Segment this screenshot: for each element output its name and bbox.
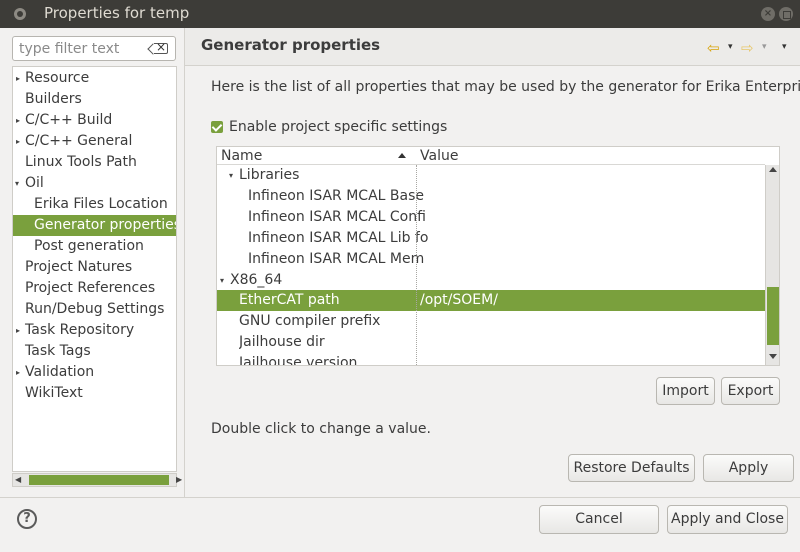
filter-field[interactable] [12, 36, 176, 61]
table-row[interactable]: ▾ X86_64 [217, 270, 765, 291]
tree-item-task-repository[interactable]: ▸ Task Repository [13, 320, 176, 341]
tree-item-label: Task Repository [25, 322, 135, 338]
tree-item-label: Linux Tools Path [25, 154, 137, 170]
tree-item-wikitext[interactable]: WikiText [13, 383, 176, 404]
property-value[interactable]: /opt/SOEM/ [420, 290, 498, 311]
property-name: X86_64 [230, 272, 283, 288]
close-icon[interactable]: × [761, 7, 775, 21]
property-name: EtherCAT path [239, 292, 340, 308]
property-name: Infineon ISAR MCAL Base [248, 188, 424, 204]
tree-item-run-debug-settings[interactable]: Run/Debug Settings [13, 299, 176, 320]
tree-item-label: C/C++ Build [25, 112, 113, 128]
tree-horizontal-scrollbar[interactable]: ◀ ▶ [12, 473, 182, 487]
scroll-up-icon[interactable] [769, 167, 777, 172]
property-name: Infineon ISAR MCAL Confi [248, 209, 426, 225]
tree-item-erika-files-location[interactable]: Erika Files Location [13, 194, 176, 215]
table-vertical-scrollbar[interactable] [765, 165, 779, 365]
collapse-icon[interactable]: ▾ [15, 173, 25, 194]
table-row[interactable]: Infineon ISAR MCAL Mem [217, 249, 765, 270]
column-header-value[interactable]: Value [420, 147, 458, 165]
preference-tree: ▸ Resource Builders ▸ C/C++ Build ▸ C/C+… [12, 66, 177, 472]
property-name: Jailhouse version [239, 355, 358, 366]
page-description: Here is the list of all properties that … [211, 79, 800, 95]
tree-item-label: Post generation [34, 238, 144, 254]
edit-hint: Double click to change a value. [211, 421, 431, 437]
property-name: Libraries [239, 167, 300, 183]
tree-item-label: Project Natures [25, 259, 133, 275]
collapse-icon[interactable]: ▾ [220, 270, 224, 291]
import-button[interactable]: Import [656, 377, 715, 405]
apply-and-close-button[interactable]: Apply and Close [667, 505, 788, 534]
restore-defaults-button[interactable]: Restore Defaults [568, 454, 695, 482]
property-name: Infineon ISAR MCAL Mem [248, 251, 425, 267]
scrollbar-thumb[interactable] [29, 475, 169, 485]
sort-ascending-icon [398, 153, 406, 158]
tree-item-label: Erika Files Location [34, 196, 168, 212]
apply-button[interactable]: Apply [703, 454, 794, 482]
column-header-name[interactable]: Name [221, 147, 262, 165]
tree-item-oil[interactable]: ▾ Oil [13, 173, 176, 194]
tree-item-label: C/C++ General [25, 133, 133, 149]
forward-dropdown-icon[interactable]: ▾ [762, 42, 767, 52]
app-icon [14, 8, 26, 20]
table-row[interactable]: Infineon ISAR MCAL Lib fo [217, 228, 765, 249]
window-title: Properties for temp [44, 4, 190, 22]
panel-divider[interactable] [184, 28, 185, 498]
tree-item-label: Run/Debug Settings [25, 301, 165, 317]
export-button[interactable]: Export [721, 377, 780, 405]
tree-item-label: WikiText [25, 385, 83, 401]
table-row[interactable]: Jailhouse dir [217, 332, 765, 353]
forward-arrow-icon[interactable]: ⇨ [741, 39, 754, 57]
tree-item-label: Builders [25, 91, 82, 107]
tree-item-label: Validation [25, 364, 95, 380]
footer-divider [0, 497, 800, 498]
properties-table: Name Value ▾ Libraries Infineon ISAR MCA… [216, 146, 780, 366]
back-arrow-icon[interactable]: ⇦ [707, 39, 720, 57]
tree-item-post-generation[interactable]: Post generation [13, 236, 176, 257]
tree-item-builders[interactable]: Builders [13, 89, 176, 110]
table-row[interactable]: ▾ Libraries [217, 165, 765, 186]
enable-settings-label[interactable]: Enable project specific settings [229, 119, 447, 135]
clear-filter-icon[interactable] [154, 40, 168, 54]
page-title: Generator properties [201, 36, 381, 54]
tree-item-cpp-general[interactable]: ▸ C/C++ General [13, 131, 176, 152]
table-row[interactable]: Jailhouse version [217, 353, 765, 366]
maximize-icon[interactable] [779, 7, 793, 21]
help-icon[interactable]: ? [17, 509, 37, 529]
back-dropdown-icon[interactable]: ▾ [728, 42, 733, 52]
tree-item-label: Oil [25, 175, 44, 191]
tree-item-label: Project References [25, 280, 156, 296]
scroll-right-icon[interactable]: ▶ [176, 474, 182, 486]
tree-item-linux-tools-path[interactable]: Linux Tools Path [13, 152, 176, 173]
column-divider [416, 165, 417, 365]
table-row-selected[interactable]: EtherCAT path /opt/SOEM/ [217, 290, 765, 311]
scroll-left-icon[interactable]: ◀ [15, 474, 21, 486]
collapse-icon[interactable]: ▾ [229, 165, 233, 186]
view-menu-icon[interactable]: ▾ [782, 42, 787, 52]
scrollbar-thumb[interactable] [767, 287, 779, 345]
tree-item-project-references[interactable]: Project References [13, 278, 176, 299]
page-header: Generator properties ⇦ ▾ ⇨ ▾ ▾ [185, 28, 800, 66]
tree-item-generator-properties[interactable]: Generator properties [13, 215, 177, 236]
table-row[interactable]: Infineon ISAR MCAL Base [217, 186, 765, 207]
table-header: Name Value [217, 147, 765, 165]
enable-settings-checkbox[interactable] [211, 121, 223, 133]
window-titlebar: Properties for temp × [0, 0, 800, 28]
tree-item-label: Resource [25, 70, 90, 86]
table-row[interactable]: GNU compiler prefix [217, 311, 765, 332]
tree-item-resource[interactable]: ▸ Resource [13, 68, 176, 89]
tree-item-task-tags[interactable]: Task Tags [13, 341, 176, 362]
tree-item-label: Task Tags [25, 343, 91, 359]
tree-item-validation[interactable]: ▸ Validation [13, 362, 176, 383]
tree-item-project-natures[interactable]: Project Natures [13, 257, 176, 278]
property-name: GNU compiler prefix [239, 313, 381, 329]
filter-input[interactable] [19, 39, 149, 58]
cancel-button[interactable]: Cancel [539, 505, 659, 534]
tree-item-label: Generator properties [34, 217, 177, 233]
tree-item-cpp-build[interactable]: ▸ C/C++ Build [13, 110, 176, 131]
table-row[interactable]: Infineon ISAR MCAL Confi [217, 207, 765, 228]
property-name: Jailhouse dir [239, 334, 325, 350]
scroll-down-icon[interactable] [769, 354, 777, 359]
property-name: Infineon ISAR MCAL Lib fo [248, 230, 428, 246]
